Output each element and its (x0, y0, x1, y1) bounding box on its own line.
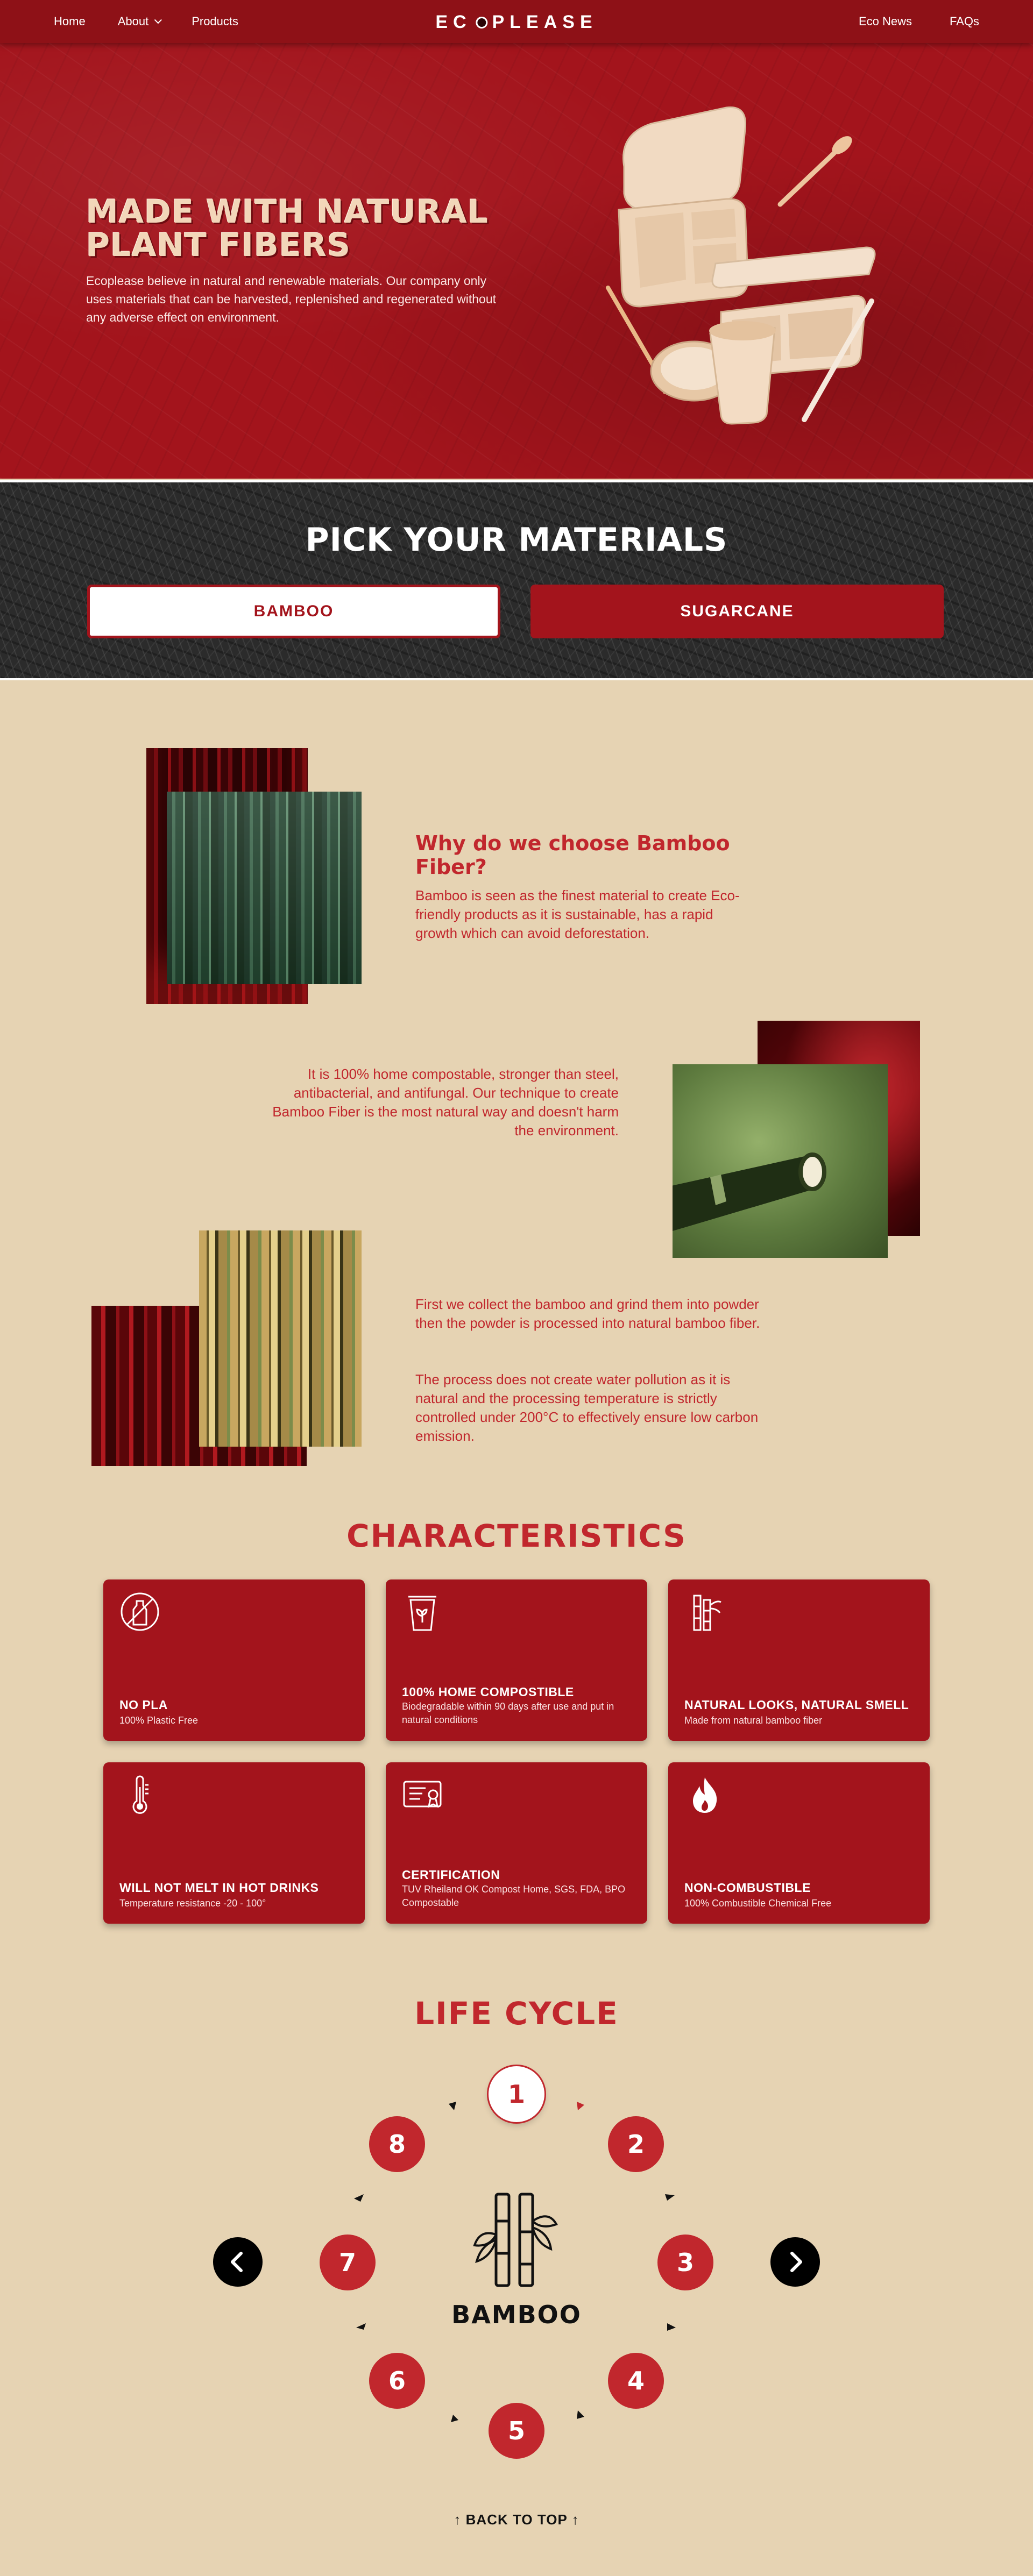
nav-about-label: About (117, 15, 149, 28)
nav-eco-news-link[interactable]: Eco News (859, 15, 912, 29)
bamboo-stalk-illustration (673, 1152, 826, 1231)
characteristic-card-non-combustible: NON-COMBUSTIBLE 100% Combustible Chemica… (668, 1762, 930, 1924)
bamboo-forest-green-photo (167, 792, 362, 984)
card-title: CERTIFICATION (402, 1868, 500, 1882)
card-title: NO PLA (119, 1698, 168, 1712)
nav-left-group: Home About Products (54, 0, 238, 43)
arrow-icon (577, 2410, 584, 2419)
hero-section: MADE WITH NATURAL PLANT FIBERS Ecoplease… (0, 43, 1033, 479)
hero-description: Ecoplease believe in natural and renewab… (86, 274, 497, 324)
card-description: Biodegradable within 90 days after use a… (402, 1701, 614, 1725)
bamboo-grove-natural-photo (199, 1230, 362, 1447)
characteristic-card-no-pla: NO PLA 100% Plastic Free (103, 1579, 365, 1741)
chevron-right-icon (790, 2252, 802, 2272)
arrow-icon (451, 2415, 458, 2422)
characteristic-card-compostable: 100% HOME COMPOSTIBLE Biodegradable with… (386, 1579, 647, 1741)
thermometer-icon (132, 1775, 148, 1814)
process-text-2: The process does not create water pollut… (415, 1371, 759, 1444)
lifecycle-next-button[interactable] (770, 2237, 820, 2287)
card-description: 100% Plastic Free (119, 1715, 199, 1726)
chevron-left-icon (231, 2252, 243, 2272)
compost-bin-icon (408, 1596, 436, 1631)
no-plastic-bottle-icon (121, 1592, 159, 1631)
characteristic-card-certification: CERTIFICATION TUV Rheiland OK Compost Ho… (386, 1762, 647, 1924)
arrow-icon (354, 2194, 364, 2202)
materials-section: PICK YOUR MATERIALS BAMBOO SUGARCANE (0, 480, 1033, 680)
top-navigation: Home About Products EC PLEASE Eco News F… (0, 0, 1033, 43)
lifecycle-prev-button[interactable] (213, 2237, 263, 2287)
green-bamboo-cut-photo (673, 1064, 888, 1258)
spoon-icon (777, 136, 852, 207)
characteristic-card-natural: NATURAL LOOKS, NATURAL SMELL Made from n… (668, 1579, 930, 1741)
card-description: Made from natural bamboo fiber (684, 1715, 823, 1726)
certificate-icon (403, 1781, 442, 1808)
nav-faqs-link[interactable]: FAQs (950, 15, 979, 29)
bamboo-icon (473, 2193, 558, 2287)
arrow-icon (577, 2102, 584, 2110)
sugarcane-material-button[interactable]: SUGARCANE (530, 585, 944, 638)
nav-home-link[interactable]: Home (54, 15, 86, 29)
card-title: WILL NOT MELT IN HOT DRINKS (119, 1881, 319, 1895)
back-to-top-link[interactable]: ↑ BACK TO TOP ↑ (0, 2511, 1033, 2528)
card-title: NATURAL LOOKS, NATURAL SMELL (684, 1698, 909, 1712)
characteristic-card-heat-resistant: WILL NOT MELT IN HOT DRINKS Temperature … (103, 1762, 365, 1924)
nav-right-group: Eco News FAQs (859, 0, 979, 43)
bamboo-material-button[interactable]: BAMBOO (87, 585, 500, 638)
card-title: NON-COMBUSTIBLE (684, 1881, 811, 1895)
nav-about-link[interactable]: About (117, 15, 162, 29)
flame-icon (693, 1777, 717, 1813)
lifecycle-center-label: BAMBOO (451, 2300, 582, 2329)
card-description: TUV Rheiland OK Compost Home, SGS, FDA, … (402, 1884, 626, 1908)
card-title: 100% HOME COMPOSTIBLE (402, 1685, 574, 1699)
nav-products-link[interactable]: Products (192, 15, 238, 29)
logo-text-right: PLEASE (492, 12, 598, 32)
lifecycle-title: LIFE CYCLE (414, 1995, 619, 2032)
logo-text-left: EC (435, 12, 472, 32)
characteristics-title: CHARACTERISTICS (346, 1518, 687, 1554)
chevron-down-icon (154, 16, 162, 24)
bamboo-stalk-icon (693, 1595, 721, 1631)
arrow-icon (665, 2194, 675, 2201)
arrow-icon (449, 2102, 456, 2110)
process-text-1: First we collect the bamboo and grind th… (415, 1296, 760, 1331)
compostable-text: It is 100% home compostable, stronger th… (272, 1066, 619, 1138)
materials-title: PICK YOUR MATERIALS (305, 521, 728, 559)
logo-dot-icon (476, 16, 488, 29)
hero-products-illustration (606, 106, 876, 425)
why-bamboo-text: Bamboo is seen as the finest material to… (415, 887, 740, 941)
hero-title: MADE WITH NATURAL PLANT FIBERS (86, 193, 489, 264)
card-description: 100% Combustible Chemical Free (684, 1898, 832, 1909)
ecoplease-logo[interactable]: EC PLEASE (435, 12, 597, 33)
card-description: Temperature resistance -20 - 100° (119, 1898, 266, 1909)
why-bamboo-title: Why do we choose Bamboo Fiber? (415, 831, 730, 879)
cup-icon (709, 321, 776, 425)
